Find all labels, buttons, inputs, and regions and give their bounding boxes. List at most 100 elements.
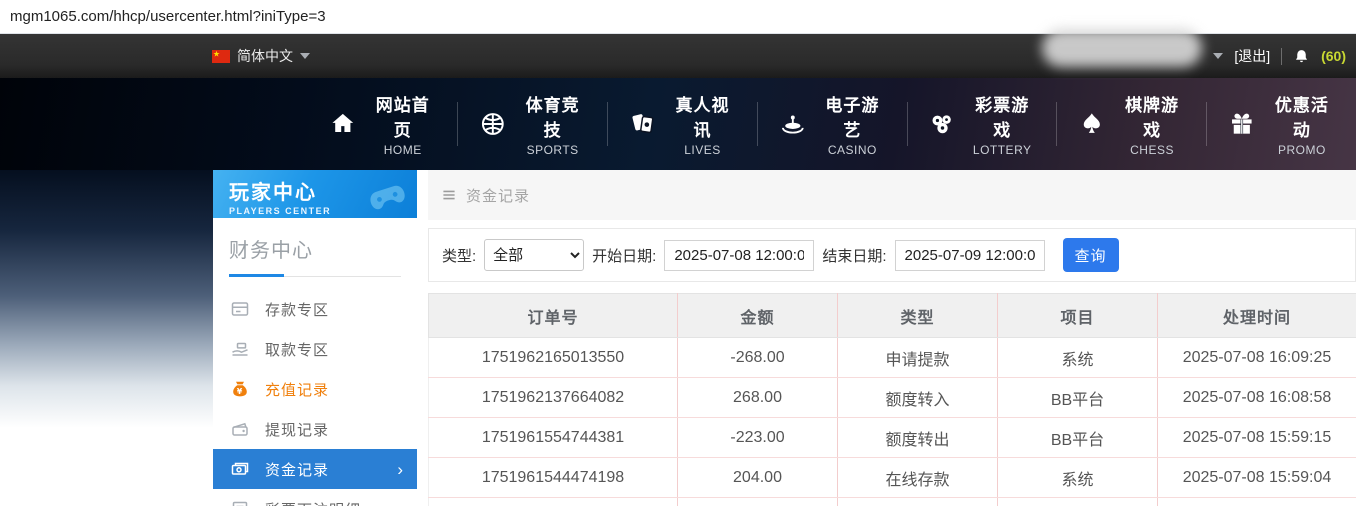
nav-label-zh: 棋牌游戏 (1119, 91, 1185, 141)
sidebar-item-label: 存款专区 (265, 299, 329, 320)
start-date-label: 开始日期: (592, 245, 656, 266)
table-cell (1158, 498, 1356, 506)
chevron-down-icon (300, 53, 310, 59)
sidebar-item-彩票下注明细[interactable]: 彩票下注明细 (213, 489, 417, 506)
table-cell: 申请提款 (838, 338, 998, 378)
sidebar-item-label: 取款专区 (265, 339, 329, 360)
nav-item-lives[interactable]: 真人视讯LIVES (608, 91, 757, 157)
sidebar-section-title: 财务中心 (229, 234, 401, 263)
nav-item-labels: 真人视讯LIVES (669, 91, 735, 157)
table-cell (678, 498, 838, 506)
nav-label-en: LOTTERY (969, 143, 1035, 157)
promo-icon (1228, 109, 1256, 139)
language-selector[interactable]: 简体中文 (212, 34, 310, 78)
table-cell: 在线存款 (838, 458, 998, 498)
table-cell: 1751961544474198 (429, 458, 678, 498)
sidebar-item-存款专区[interactable]: 存款专区 (213, 289, 417, 329)
nav-label-zh: 体育竞技 (519, 91, 585, 141)
table-header-cell: 类型 (838, 294, 998, 338)
start-date-input[interactable] (664, 240, 814, 271)
cn-flag-icon (212, 50, 230, 63)
content: 玩家中心 PLAYERS CENTER 财务中心 存款专区取款专区¥充值记录提现… (0, 170, 1356, 506)
username-blurred[interactable] (1042, 29, 1202, 67)
sidebar-item-label: 资金记录 (265, 459, 329, 480)
table-row: 1751962165013550-268.00申请提款系统2025-07-08 … (429, 338, 1356, 378)
language-label: 简体中文 (237, 46, 293, 66)
chevron-down-icon[interactable] (1213, 53, 1223, 59)
table-cell: BB平台 (998, 418, 1158, 458)
nav-label-zh: 网站首页 (370, 91, 436, 141)
sidebar-item-取款专区[interactable]: 取款专区 (213, 329, 417, 369)
bell-icon[interactable] (1293, 48, 1310, 65)
sidebar-item-label: 充值记录 (265, 379, 329, 400)
table-cell: 268.00 (678, 378, 838, 418)
table-cell: 系统 (998, 458, 1158, 498)
lottery-icon (928, 109, 956, 139)
funds-icon (230, 459, 250, 479)
withdraw-zone-icon (230, 339, 250, 359)
nav-label-en: PROMO (1269, 143, 1335, 157)
funds-table: 订单号金额类型项目处理时间 1751962165013550-268.00申请提… (428, 293, 1356, 506)
section-underline (229, 274, 401, 277)
sidebar-item-资金记录[interactable]: 资金记录 › (213, 449, 417, 489)
deposit-icon (230, 299, 250, 319)
nav-item-chess[interactable]: 棋牌游戏 CHESS (1057, 91, 1206, 157)
type-select[interactable]: 全部 (484, 239, 584, 271)
table-cell: 1751961554744381 (429, 418, 678, 458)
nav-item-casino[interactable]: 电子游艺 CASINO (758, 91, 907, 157)
nav-item-sports[interactable]: 体育竞技SPORTS (458, 91, 607, 157)
main-panel: 资金记录 类型: 全部 开始日期: 结束日期: 查询 订单号金额类型项目处理时间… (428, 170, 1356, 506)
sidebar-item-提现记录[interactable]: 提现记录 (213, 409, 417, 449)
nav-item-labels: 优惠活动 PROMO (1269, 91, 1335, 157)
logout-button[interactable]: [退出] (1234, 46, 1270, 66)
withdraw-record-icon (230, 419, 250, 439)
main-nav: 网站首页HOME 体育竞技SPORTS 真人视讯LIVES 电子游艺 CASINO 彩票游… (0, 78, 1356, 170)
table-cell: -223.00 (678, 418, 838, 458)
table-cell: 额度转出 (838, 418, 998, 458)
table-cell (998, 498, 1158, 506)
nav-item-promo[interactable]: 优惠活动 PROMO (1207, 91, 1356, 157)
table-cell (838, 498, 998, 506)
sidebar-item-label: 彩票下注明细 (265, 499, 361, 506)
search-button[interactable]: 查询 (1063, 238, 1119, 272)
casino-icon (779, 109, 807, 139)
end-date-label: 结束日期: (822, 245, 886, 266)
nav-item-lottery[interactable]: 彩票游戏 LOTTERY (907, 91, 1056, 157)
nav-item-labels: 棋牌游戏 CHESS (1119, 91, 1185, 157)
table-cell (429, 498, 678, 506)
nav-label-zh: 优惠活动 (1269, 91, 1335, 141)
nav-label-en: CASINO (819, 143, 885, 157)
table-row: 1751962137664082268.00额度转入BB平台2025-07-08… (429, 378, 1356, 418)
hamburger-icon (441, 187, 457, 203)
table-row: 1751961544474198204.00在线存款系统2025-07-08 1… (429, 458, 1356, 498)
table-header-cell: 项目 (998, 294, 1158, 338)
funds-table-wrap: 订单号金额类型项目处理时间 1751962165013550-268.00申请提… (428, 293, 1356, 506)
table-cell: 1751962137664082 (429, 378, 678, 418)
table-cell: 2025-07-08 16:09:25 (1158, 338, 1356, 378)
nav-item-labels: 体育竞技SPORTS (519, 91, 585, 157)
table-cell: 2025-07-08 16:08:58 (1158, 378, 1356, 418)
top-bar: 简体中文 [退出] (60) (0, 34, 1356, 78)
nav-label-zh: 真人视讯 (669, 91, 735, 141)
sidebar: 玩家中心 PLAYERS CENTER 财务中心 存款专区取款专区¥充值记录提现… (213, 170, 417, 506)
end-date-input[interactable] (895, 240, 1045, 271)
nav-item-labels: 电子游艺 CASINO (819, 91, 885, 157)
nav-item-labels: 网站首页HOME (370, 91, 436, 157)
svg-text:¥: ¥ (237, 387, 244, 396)
nav-item-home[interactable]: 网站首页HOME (308, 91, 457, 157)
chevron-right-icon: › (397, 461, 404, 478)
table-cell: 204.00 (678, 458, 838, 498)
sidebar-item-充值记录[interactable]: ¥ 充值记录 (213, 369, 417, 409)
breadcrumb: 资金记录 (428, 170, 1356, 220)
filter-bar: 类型: 全部 开始日期: 结束日期: 查询 (428, 228, 1356, 282)
chess-icon (1078, 109, 1106, 139)
home-icon (329, 109, 357, 139)
nav-label-en: CHESS (1119, 143, 1185, 157)
nav-item-labels: 彩票游戏 LOTTERY (969, 91, 1035, 157)
table-cell: 系统 (998, 338, 1158, 378)
table-cell: 2025-07-08 15:59:04 (1158, 458, 1356, 498)
nav-label-zh: 电子游艺 (819, 91, 885, 141)
table-cell: 额度转入 (838, 378, 998, 418)
table-cell: 1751962165013550 (429, 338, 678, 378)
nav-label-zh: 彩票游戏 (969, 91, 1035, 141)
